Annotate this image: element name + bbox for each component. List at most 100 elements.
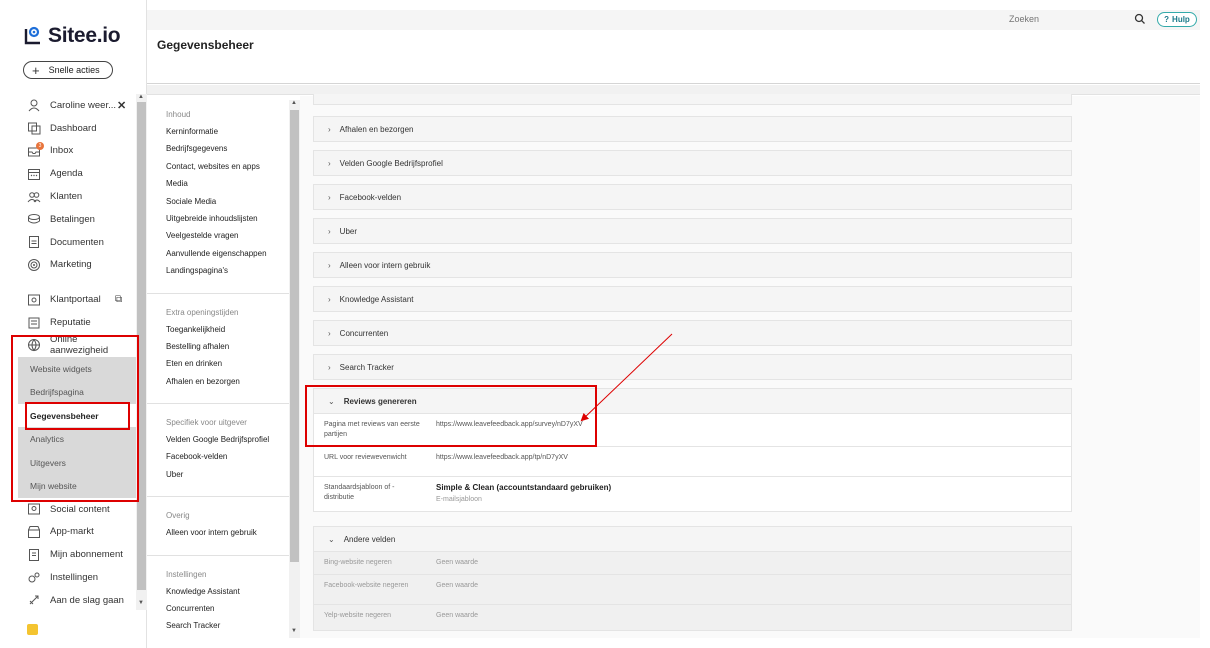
sidebar-item-aan-de-slag[interactable]: Aan de slag gaan: [0, 589, 136, 612]
sidebar-item-mijn-abonnement[interactable]: Mijn abonnement: [0, 543, 136, 566]
content-nav-link[interactable]: Bedrijfsgegevens: [166, 143, 289, 160]
page-header: Gegevensbeheer: [147, 30, 1200, 84]
content-nav-link[interactable]: Contact, websites en apps: [166, 161, 289, 178]
sidebar-item-dashboard[interactable]: Dashboard: [0, 117, 136, 140]
field-value: Geen waarde: [436, 559, 479, 566]
content-nav-link[interactable]: Sociale Media: [166, 196, 289, 213]
collapsed-panel[interactable]: › Alleen voor intern gebruik: [313, 252, 1072, 278]
sidebar-item-instellingen[interactable]: Instellingen: [0, 566, 136, 589]
external-link-icon[interactable]: ⧉: [115, 294, 122, 305]
collapsed-panel[interactable]: › Concurrenten: [313, 320, 1072, 346]
sidebar-item-klantportaal[interactable]: Klantportaal ⧉: [0, 288, 136, 311]
scroll-up-icon[interactable]: ▲: [291, 100, 297, 106]
panel-title: Andere velden: [343, 534, 396, 544]
collapsed-panel[interactable]: › Facebook-velden: [313, 184, 1072, 210]
quick-actions-button[interactable]: + Snelle acties: [23, 61, 113, 79]
content-nav-scrollbar[interactable]: ▲ ▼: [289, 100, 300, 638]
panel-title: Facebook-velden: [339, 192, 402, 202]
panel-header[interactable]: › Afhalen en bezorgen: [314, 117, 1071, 141]
content-nav-link[interactable]: Concurrenten: [166, 603, 289, 620]
sidebar-item-agenda[interactable]: Agenda: [0, 162, 136, 185]
content-nav-link[interactable]: Veelgestelde vragen: [166, 230, 289, 247]
help-button[interactable]: ? Hulp: [1157, 12, 1197, 27]
collapsed-panel[interactable]: › Search Tracker: [313, 354, 1072, 380]
content-nav-link[interactable]: Search Tracker: [166, 620, 289, 637]
content-nav-scroll-thumb[interactable]: [290, 110, 299, 562]
panel-title: Search Tracker: [339, 362, 394, 372]
field-row[interactable]: Facebook-website negeren Geen waarde: [314, 574, 1071, 604]
sidebar-item-account[interactable]: Caroline weer... ✕: [0, 94, 136, 117]
search-input[interactable]: [1009, 11, 1139, 27]
sidebar-item-marketing[interactable]: Marketing: [0, 254, 136, 277]
chevron-right-icon: ›: [328, 328, 331, 338]
sidebar-item-online-aanwezigheid[interactable]: Online aanwezigheid: [0, 334, 136, 357]
content-nav-link[interactable]: Alleen voor intern gebruik: [166, 527, 289, 544]
panel-header[interactable]: › Facebook-velden: [314, 185, 1071, 209]
field-label: Standaardsjabloon of -distributie: [324, 484, 395, 501]
bottom-widget-icon[interactable]: [27, 624, 38, 635]
submenu-gegevensbeheer[interactable]: Gegevensbeheer: [0, 403, 144, 428]
content-nav-link[interactable]: Uber: [166, 469, 289, 486]
top-bar: ? Hulp: [147, 10, 1200, 30]
panel-header[interactable]: › Search Tracker: [314, 355, 1071, 379]
chevron-right-icon: ›: [328, 260, 331, 270]
submenu-mijn-website[interactable]: Mijn website: [0, 474, 144, 498]
content-nav-link[interactable]: Knowledge Assistant: [166, 586, 289, 603]
content-nav-link[interactable]: Landingspagina's: [166, 265, 289, 282]
panel-header[interactable]: ⌄ Reviews genereren: [314, 389, 1071, 413]
sidebar-item-label: Klanten: [50, 191, 83, 203]
content-nav-link[interactable]: Uitgebreide inhoudslijsten: [166, 213, 289, 230]
close-icon[interactable]: ✕: [117, 99, 126, 112]
content-nav-link[interactable]: Afhalen en bezorgen: [166, 376, 289, 393]
sidebar-item-betalingen[interactable]: Betalingen: [0, 208, 136, 231]
collapsed-panel[interactable]: › Uber: [313, 218, 1072, 244]
field-label: Bing-website negeren: [324, 559, 392, 566]
sidebar-scroll-thumb[interactable]: [137, 102, 146, 590]
panel-header[interactable]: ⌄ Andere velden: [314, 527, 1071, 551]
panel-header[interactable]: › Knowledge Assistant: [314, 287, 1071, 311]
panel-title: Afhalen en bezorgen: [339, 124, 414, 134]
sidebar-scrollbar[interactable]: ▲ ▼: [136, 94, 147, 610]
field-row[interactable]: URL voor reviewevenwicht https://www.lea…: [314, 446, 1071, 476]
collapsed-panel[interactable]: › Knowledge Assistant: [313, 286, 1072, 312]
submenu-analytics[interactable]: Analytics: [0, 427, 144, 451]
sidebar-item-reputatie[interactable]: Reputatie: [0, 311, 136, 334]
field-row[interactable]: Yelp-website negeren Geen waarde: [314, 604, 1071, 630]
sidebar-item-app-markt[interactable]: App-markt: [0, 521, 136, 544]
field-row[interactable]: Bing-website negeren Geen waarde: [314, 551, 1071, 574]
search-icon[interactable]: [1134, 13, 1146, 25]
scroll-down-icon[interactable]: ▼: [291, 628, 297, 634]
panel-header[interactable]: › Alleen voor intern gebruik: [314, 253, 1071, 277]
content-nav-link[interactable]: Bestelling afhalen: [166, 341, 289, 358]
panel-header[interactable]: › Concurrenten: [314, 321, 1071, 345]
scroll-down-icon[interactable]: ▼: [138, 600, 144, 606]
collapsed-panel[interactable]: › Afhalen en bezorgen: [313, 116, 1072, 142]
sidebar-item-documenten[interactable]: Documenten: [0, 231, 136, 254]
field-row[interactable]: Standaardsjabloon of -distributie Simple…: [314, 476, 1071, 511]
content-nav-link[interactable]: Eten en drinken: [166, 358, 289, 375]
panel-header[interactable]: › Velden Google Bedrijfsprofiel: [314, 151, 1071, 175]
submenu-bedrijfspagina[interactable]: Bedrijfspagina: [0, 380, 144, 404]
sidebar-item-label: Mijn abonnement: [50, 549, 123, 561]
submenu-uitgevers[interactable]: Uitgevers: [0, 451, 144, 475]
online-presence-submenu: Website widgets Bedrijfspagina Gegevensb…: [0, 356, 144, 498]
submenu-website-widgets[interactable]: Website widgets: [0, 357, 144, 381]
panel-header[interactable]: › Uber: [314, 219, 1071, 243]
scroll-up-icon[interactable]: ▲: [138, 94, 144, 100]
content-nav-link[interactable]: Aanvullende eigenschappen: [166, 248, 289, 265]
logo[interactable]: Sitee.io: [22, 24, 121, 48]
main-nav: Caroline weer... ✕ Dashboard 3 Inbox Age…: [0, 94, 144, 612]
content-nav-heading: Overig: [166, 511, 190, 521]
content-nav-link[interactable]: Toegankelijkheid: [166, 324, 289, 341]
collapsed-panel[interactable]: › Velden Google Bedrijfsprofiel: [313, 150, 1072, 176]
content-nav-link[interactable]: Media: [166, 178, 289, 195]
sidebar-item-inbox[interactable]: 3 Inbox: [0, 140, 136, 163]
content-nav-link[interactable]: Velden Google Bedrijfsprofiel: [166, 434, 289, 451]
sidebar-item-klanten[interactable]: Klanten: [0, 185, 136, 208]
panel-title: Concurrenten: [339, 328, 389, 338]
field-row[interactable]: Pagina met reviews van eerste partijen h…: [314, 413, 1071, 446]
content-nav-link[interactable]: Kerninformatie: [166, 126, 289, 143]
panel-top-edge: [313, 94, 1072, 105]
content-nav-link[interactable]: Facebook-velden: [166, 451, 289, 468]
sidebar-item-social-content[interactable]: Social content: [0, 498, 136, 521]
